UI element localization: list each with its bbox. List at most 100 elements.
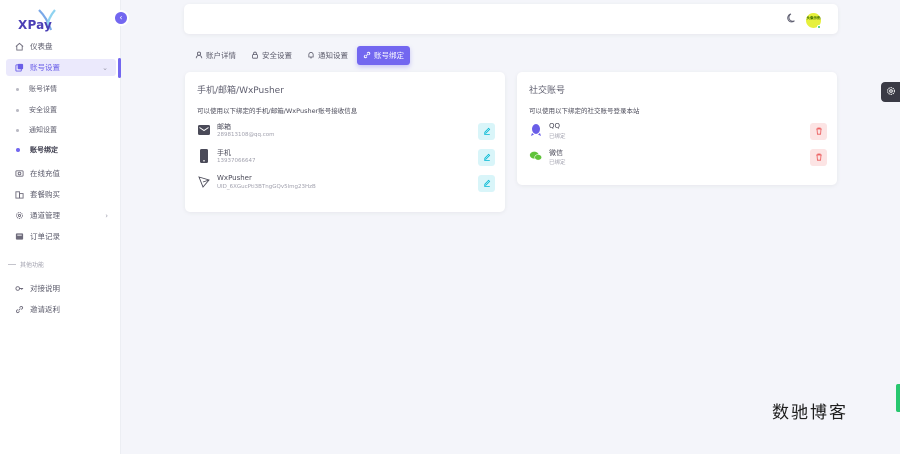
binding-value: 已绑定 — [549, 134, 566, 140]
binding-name: 手机 — [217, 149, 231, 157]
chevron-right-icon: › — [105, 211, 108, 220]
link-icon — [363, 51, 371, 61]
active-indicator — [118, 58, 121, 78]
phone-icon — [197, 148, 211, 164]
binding-value: 已绑定 — [549, 160, 566, 166]
sidebar-item-integration-docs[interactable]: 对接说明 — [6, 280, 116, 297]
sidebar-subitem-label: 账号绑定 — [30, 146, 58, 154]
tab-notifications[interactable]: 通知设置 — [301, 46, 354, 65]
tab-label: 账户详情 — [206, 51, 236, 60]
mail-icon — [197, 122, 211, 138]
sidebar-subitem-account-binding[interactable]: 账号绑定 — [16, 143, 58, 157]
customizer-toggle-button[interactable] — [881, 82, 900, 102]
recharge-icon — [14, 169, 24, 179]
binding-value: 13937066647 — [217, 158, 256, 164]
chevron-down-icon: ⌄ — [102, 63, 108, 72]
unbind-wechat-button[interactable] — [810, 149, 827, 166]
sidebar-subitem-label: 安全设置 — [29, 106, 57, 114]
tab-account-details[interactable]: 账户详情 — [189, 46, 242, 65]
card-title: 社交账号 — [529, 86, 566, 96]
list-item-phone: 手机 13937066647 — [197, 146, 495, 168]
user-icon — [195, 51, 203, 61]
list-item-wechat: 微信 已绑定 — [529, 146, 827, 168]
bullet-icon — [16, 148, 20, 152]
tab-label: 安全设置 — [262, 51, 292, 60]
sidebar-item-label: 在线充值 — [30, 169, 60, 178]
contact-binding-card: 手机/邮箱/WxPusher 可以使用以下绑定的手机/邮箱/WxPusher账号… — [185, 72, 505, 212]
binding-name: 邮箱 — [217, 123, 231, 131]
brand-name: XPay — [18, 18, 53, 32]
online-status-dot — [817, 25, 821, 29]
sidebar-subitem-label: 账号详情 — [29, 85, 57, 93]
home-icon — [14, 42, 24, 52]
sidebar-item-channel-management[interactable]: 通道管理 › — [6, 207, 116, 224]
divider — [8, 264, 16, 265]
tab-security[interactable]: 安全设置 — [245, 46, 298, 65]
edit-email-button[interactable] — [478, 123, 495, 140]
chevron-left-icon: ‹ — [119, 13, 123, 22]
card-title: 手机/邮箱/WxPusher — [197, 86, 284, 96]
edit-wxpusher-button[interactable] — [478, 175, 495, 192]
bullet-icon — [16, 108, 19, 112]
sidebar-item-label: 套餐购买 — [30, 190, 60, 199]
bullet-icon — [16, 87, 19, 91]
sidebar-item-package[interactable]: 套餐购买 — [6, 186, 116, 203]
gear-icon — [886, 86, 896, 98]
bullet-icon — [16, 128, 19, 132]
binding-name: QQ — [549, 122, 561, 130]
sidebar-subitem-security[interactable]: 安全设置 — [16, 103, 57, 117]
sidebar-item-label: 邀请返利 — [30, 305, 60, 314]
unbind-qq-button[interactable] — [810, 123, 827, 140]
binding-name: 微信 — [549, 149, 563, 157]
sidebar-item-recharge[interactable]: 在线充值 — [6, 165, 116, 182]
wxpusher-icon — [197, 174, 211, 190]
orders-icon — [14, 232, 24, 242]
edit-icon — [483, 153, 491, 163]
lock-icon — [251, 51, 259, 61]
binding-name: WxPusher — [217, 174, 252, 182]
tab-label: 账号绑定 — [374, 51, 404, 60]
wechat-icon — [529, 148, 543, 164]
sidebar-item-dashboard[interactable]: 仪表盘 — [6, 38, 116, 55]
sidebar-item-label: 仪表盘 — [30, 42, 53, 51]
sidebar-subitem-label: 通知设置 — [29, 126, 57, 134]
key-icon — [14, 284, 24, 294]
qq-icon — [529, 122, 543, 138]
collapse-sidebar-button[interactable]: ‹ — [115, 12, 127, 24]
bell-icon — [307, 51, 315, 61]
list-item-wxpusher: WxPusher UID_6XGucPti3BTngGQv5lmg23HzB — [197, 172, 495, 194]
list-item-email: 邮箱 289813108@qq.com — [197, 120, 495, 142]
moon-icon[interactable] — [786, 12, 798, 24]
edit-icon — [483, 179, 491, 189]
sidebar: XPay ‹ 仪表盘 账号设置 ⌄ 账号详情 安全设置 通知设置 账号绑定 在线… — [0, 0, 127, 454]
trash-icon — [815, 127, 823, 137]
top-navbar: 头像示例 — [184, 4, 838, 34]
sidebar-item-referral[interactable]: 邀请返利 — [6, 301, 116, 318]
brand-logo[interactable]: XPay — [17, 8, 67, 34]
sidebar-subitem-notifications[interactable]: 通知设置 — [16, 123, 57, 137]
section-header-other: 其他功能 — [8, 260, 44, 269]
binding-value: UID_6XGucPti3BTngGQv5lmg23HzB — [217, 184, 316, 190]
link-icon — [14, 305, 24, 315]
card-description: 可以使用以下绑定的社交账号登录本站 — [529, 107, 640, 115]
sidebar-item-label: 通道管理 — [30, 211, 60, 220]
settings-tabs: 账户详情 安全设置 通知设置 账号绑定 — [189, 46, 413, 65]
binding-value: 289813108@qq.com — [217, 132, 275, 138]
tab-label: 通知设置 — [318, 51, 348, 60]
list-item-qq: QQ 已绑定 — [529, 120, 827, 142]
avatar-text: 头像示例 — [806, 16, 821, 20]
package-icon — [14, 190, 24, 200]
tab-account-binding[interactable]: 账号绑定 — [357, 46, 410, 65]
social-accounts-card: 社交账号 可以使用以下绑定的社交账号登录本站 QQ 已绑定 微信 已绑定 — [517, 72, 837, 185]
card-description: 可以使用以下绑定的手机/邮箱/WxPusher账号接收信息 — [197, 107, 358, 115]
account-settings-icon — [14, 63, 24, 73]
watermark-text: 数驰博客 — [772, 403, 848, 423]
edit-phone-button[interactable] — [478, 149, 495, 166]
trash-icon — [815, 153, 823, 163]
floating-edge-tab[interactable] — [896, 384, 900, 412]
sidebar-item-label: 账号设置 — [30, 63, 60, 72]
sidebar-item-label: 订单记录 — [30, 232, 60, 241]
sidebar-subitem-account-details[interactable]: 账号详情 — [16, 82, 57, 96]
sidebar-item-account-settings[interactable]: 账号设置 ⌄ — [6, 59, 116, 76]
sidebar-item-orders[interactable]: 订单记录 — [6, 228, 116, 245]
